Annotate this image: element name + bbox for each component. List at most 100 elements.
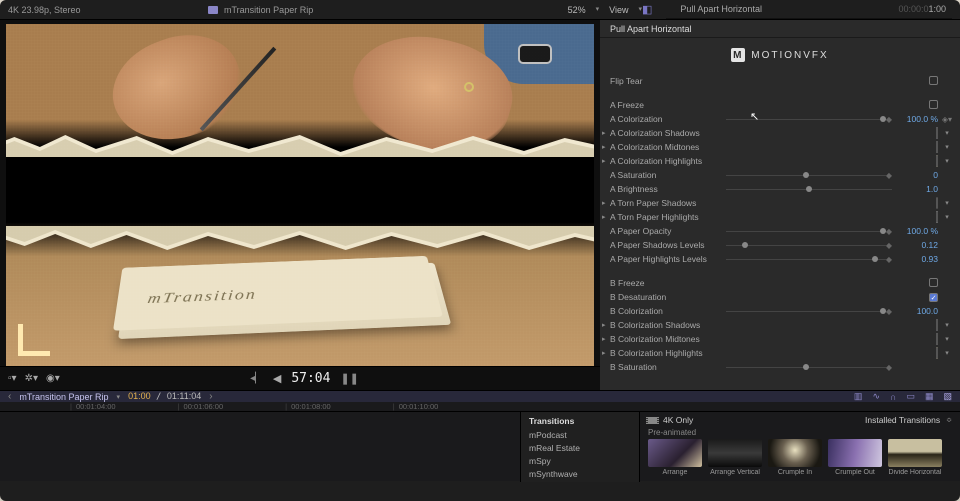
chevron-down-icon[interactable]: ▾ bbox=[945, 143, 949, 151]
transition-set-dropdown[interactable]: Installed Transitions bbox=[865, 415, 940, 425]
b-freeze-checkbox[interactable] bbox=[929, 278, 938, 287]
a-highlights-swatch[interactable] bbox=[936, 155, 938, 167]
format-label: 4K 23.98p, Stereo bbox=[8, 5, 208, 15]
snapping-icon[interactable]: ∩ bbox=[890, 392, 896, 402]
prev-edit-button[interactable]: ◂▏ bbox=[250, 373, 263, 384]
a-paper-highlights-slider[interactable] bbox=[872, 256, 878, 262]
a-midtones-swatch[interactable] bbox=[936, 141, 938, 153]
timeline-title[interactable]: mTransition Paper Rip bbox=[19, 392, 108, 402]
transition-thumb[interactable]: Arrange bbox=[648, 439, 702, 476]
history-back-button[interactable]: ‹ bbox=[8, 391, 11, 402]
scale-tool-icon[interactable]: ▫▾ bbox=[8, 373, 17, 384]
b-midtones-swatch[interactable] bbox=[936, 333, 938, 345]
transition-thumb[interactable]: Divide Horizontal bbox=[888, 439, 942, 476]
category-item[interactable]: mReal Estate bbox=[521, 441, 639, 454]
solo-icon[interactable]: ▭ bbox=[906, 391, 915, 402]
zoom-dropdown[interactable]: 52% bbox=[568, 5, 586, 15]
safe-zone-corner-icon bbox=[18, 324, 50, 356]
vendor-brand: M MOTIONVFX bbox=[600, 38, 960, 74]
keyframe-menu-icon[interactable]: ◈▾ bbox=[942, 115, 952, 124]
timeline-ruler[interactable]: 00:01:04:00 00:01:06:00 00:01:08:00 00:0… bbox=[0, 402, 960, 412]
a-brightness-slider[interactable] bbox=[806, 186, 812, 192]
inspector-tab-icon[interactable]: ◧ bbox=[642, 3, 652, 16]
transition-thumb[interactable]: Arrange Vertical bbox=[708, 439, 762, 476]
chevron-down-icon[interactable]: ▾ bbox=[945, 335, 949, 343]
enhance-tool-icon[interactable]: ◉▾ bbox=[46, 373, 60, 384]
param-b-col-shadows: B Colorization Shadows bbox=[610, 320, 726, 330]
disclosure-triangle-icon[interactable]: ▸ bbox=[602, 213, 606, 221]
audio-skimming-icon[interactable]: ∿ bbox=[872, 391, 880, 402]
chevron-down-icon[interactable]: ▾ bbox=[945, 349, 949, 357]
a-paper-shadows-slider[interactable] bbox=[742, 242, 748, 248]
b-saturation-slider[interactable] bbox=[803, 364, 809, 370]
keyframe-icon[interactable]: ◆ bbox=[886, 363, 892, 372]
param-a-saturation: A Saturation bbox=[610, 170, 726, 180]
project-title: mTransition Paper Rip bbox=[224, 5, 313, 15]
disclosure-triangle-icon[interactable]: ▸ bbox=[602, 199, 606, 207]
flip-tear-checkbox[interactable] bbox=[929, 76, 938, 85]
transition-name: Pull Apart Horizontal bbox=[680, 4, 762, 14]
a-saturation-slider[interactable] bbox=[803, 172, 809, 178]
chevron-down-icon[interactable]: ▾ bbox=[945, 157, 949, 165]
chevron-down-icon[interactable]: ▾ bbox=[945, 199, 949, 207]
param-b-desaturation: B Desaturation bbox=[610, 292, 726, 302]
disclosure-triangle-icon[interactable]: ▸ bbox=[602, 321, 606, 329]
chevron-down-icon[interactable]: ▾ bbox=[945, 213, 949, 221]
category-item[interactable]: mSpy bbox=[521, 454, 639, 467]
chevron-down-icon[interactable]: ▾ bbox=[945, 129, 949, 137]
disclosure-triangle-icon[interactable]: ▸ bbox=[602, 349, 606, 357]
param-b-colorization: B Colorization bbox=[610, 306, 726, 316]
b-highlights-swatch[interactable] bbox=[936, 347, 938, 359]
b-desaturation-checkbox[interactable] bbox=[929, 293, 938, 302]
play-backward-button[interactable]: ◀ bbox=[273, 372, 281, 385]
clip-filter-label[interactable]: 4K Only bbox=[663, 415, 693, 425]
param-a-col-midtones: A Colorization Midtones bbox=[610, 142, 726, 152]
view-menu[interactable]: View bbox=[609, 5, 628, 15]
disclosure-triangle-icon[interactable]: ▸ bbox=[602, 129, 606, 137]
effects-browser-icon[interactable]: ▧ bbox=[943, 391, 952, 402]
card-handwriting: mTransition bbox=[146, 286, 257, 307]
skimming-toggle-icon[interactable]: ▥ bbox=[854, 391, 863, 402]
a-paper-opacity-slider[interactable] bbox=[880, 228, 886, 234]
b-colorization-slider[interactable] bbox=[880, 308, 886, 314]
pause-button[interactable]: ❚❚ bbox=[340, 372, 358, 385]
chevron-down-icon[interactable]: ≎ bbox=[946, 416, 952, 424]
viewer-info-bar: 4K 23.98p, Stereo mTransition Paper Rip … bbox=[0, 0, 960, 20]
param-a-paper-shadow-lvl: A Paper Shadows Levels bbox=[610, 240, 726, 250]
param-a-paper-highlight-lvl: A Paper Highlights Levels bbox=[610, 254, 726, 264]
category-item[interactable]: mPodcast bbox=[521, 428, 639, 441]
chevron-down-icon[interactable]: ▾ bbox=[945, 321, 949, 329]
transition-thumb[interactable]: Crumple In bbox=[768, 439, 822, 476]
disclosure-triangle-icon[interactable]: ▸ bbox=[602, 157, 606, 165]
transition-duration[interactable]: 1:00 bbox=[928, 4, 946, 14]
b-shadows-swatch[interactable] bbox=[936, 319, 938, 331]
param-a-colorization: A Colorization bbox=[610, 114, 726, 124]
inspector-section-header: Pull Apart Horizontal bbox=[600, 20, 960, 38]
disclosure-triangle-icon[interactable]: ▸ bbox=[602, 335, 606, 343]
param-b-col-midtones: B Colorization Midtones bbox=[610, 334, 726, 344]
a-colorization-slider[interactable] bbox=[880, 116, 886, 122]
param-a-col-highlights: A Colorization Highlights bbox=[610, 156, 726, 166]
effects-tool-icon[interactable]: ✲▾ bbox=[25, 373, 38, 384]
history-forward-button[interactable]: › bbox=[209, 391, 212, 402]
playhead-timecode[interactable]: 57:04 bbox=[291, 371, 330, 386]
category-header: Transitions bbox=[521, 414, 639, 428]
a-torn-highlights-swatch[interactable] bbox=[936, 211, 938, 223]
a-freeze-checkbox[interactable] bbox=[929, 100, 938, 109]
index-icon[interactable]: ▦ bbox=[925, 391, 934, 402]
transitions-browser: 4K Only Installed Transitions ≎ Pre-anim… bbox=[640, 412, 960, 482]
timeline-tracks[interactable] bbox=[0, 412, 520, 482]
inspector-panel: Pull Apart Horizontal M MOTIONVFX Flip T… bbox=[600, 20, 960, 390]
timeline-panel: ‹ mTransition Paper Rip ▾ 01:00 / 01:11:… bbox=[0, 390, 960, 481]
a-torn-shadows-swatch[interactable] bbox=[936, 197, 938, 209]
param-a-torn-highlights: A Torn Paper Highlights bbox=[610, 212, 726, 222]
a-shadows-swatch[interactable] bbox=[936, 127, 938, 139]
param-b-freeze: B Freeze bbox=[610, 278, 726, 288]
preview-canvas[interactable]: mTransition bbox=[6, 24, 594, 366]
transition-thumb[interactable]: Crumple Out bbox=[828, 439, 882, 476]
category-item[interactable]: mSynthwave bbox=[521, 467, 639, 480]
disclosure-triangle-icon[interactable]: ▸ bbox=[602, 143, 606, 151]
param-b-col-highlights: B Colorization Highlights bbox=[610, 348, 726, 358]
clip-filter-icon[interactable] bbox=[648, 417, 657, 424]
chevron-down-icon[interactable]: ▾ bbox=[117, 393, 121, 401]
